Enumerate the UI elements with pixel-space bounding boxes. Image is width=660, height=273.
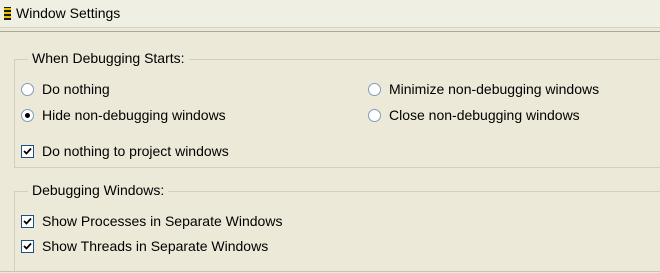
checkbox-show-threads[interactable]: Show Threads in Separate Windows bbox=[21, 238, 268, 254]
window-title: Window Settings bbox=[16, 5, 121, 21]
checkbox[interactable] bbox=[21, 144, 34, 158]
debug-window-icon bbox=[4, 7, 11, 20]
radio-button[interactable] bbox=[21, 108, 34, 122]
radio-label: Minimize non-debugging windows bbox=[389, 81, 600, 97]
radio-label: Do nothing bbox=[42, 81, 110, 97]
radio-label: Close non-debugging windows bbox=[389, 107, 580, 123]
checkbox-show-processes[interactable]: Show Processes in Separate Windows bbox=[21, 213, 282, 229]
bottom-divider bbox=[0, 271, 660, 272]
radio-minimize-non-debugging[interactable]: Minimize non-debugging windows bbox=[368, 81, 599, 97]
radio-button[interactable] bbox=[21, 82, 34, 96]
radio-button[interactable] bbox=[368, 82, 381, 96]
radio-label: Hide non-debugging windows bbox=[42, 107, 226, 123]
checkbox-label: Show Threads in Separate Windows bbox=[42, 238, 269, 254]
checkbox[interactable] bbox=[21, 239, 34, 253]
check-mark-icon bbox=[23, 147, 32, 155]
checkbox-label: Do nothing to project windows bbox=[42, 143, 229, 159]
when-debugging-starts-legend: When Debugging Starts: bbox=[28, 50, 189, 66]
radio-hide-non-debugging[interactable]: Hide non-debugging windows bbox=[21, 107, 226, 123]
title-bar: Window Settings bbox=[0, 0, 660, 28]
check-mark-icon bbox=[23, 242, 32, 250]
radio-button[interactable] bbox=[368, 108, 381, 122]
check-mark-icon bbox=[23, 217, 32, 225]
title-divider bbox=[0, 31, 660, 32]
checkbox-label: Show Processes in Separate Windows bbox=[42, 213, 283, 229]
radio-do-nothing[interactable]: Do nothing bbox=[21, 81, 110, 97]
debugging-windows-group bbox=[14, 191, 660, 272]
checkbox[interactable] bbox=[21, 214, 34, 228]
checkbox-do-nothing-project-windows[interactable]: Do nothing to project windows bbox=[21, 143, 229, 159]
radio-close-non-debugging[interactable]: Close non-debugging windows bbox=[368, 107, 580, 123]
debugging-windows-legend: Debugging Windows: bbox=[28, 182, 169, 198]
